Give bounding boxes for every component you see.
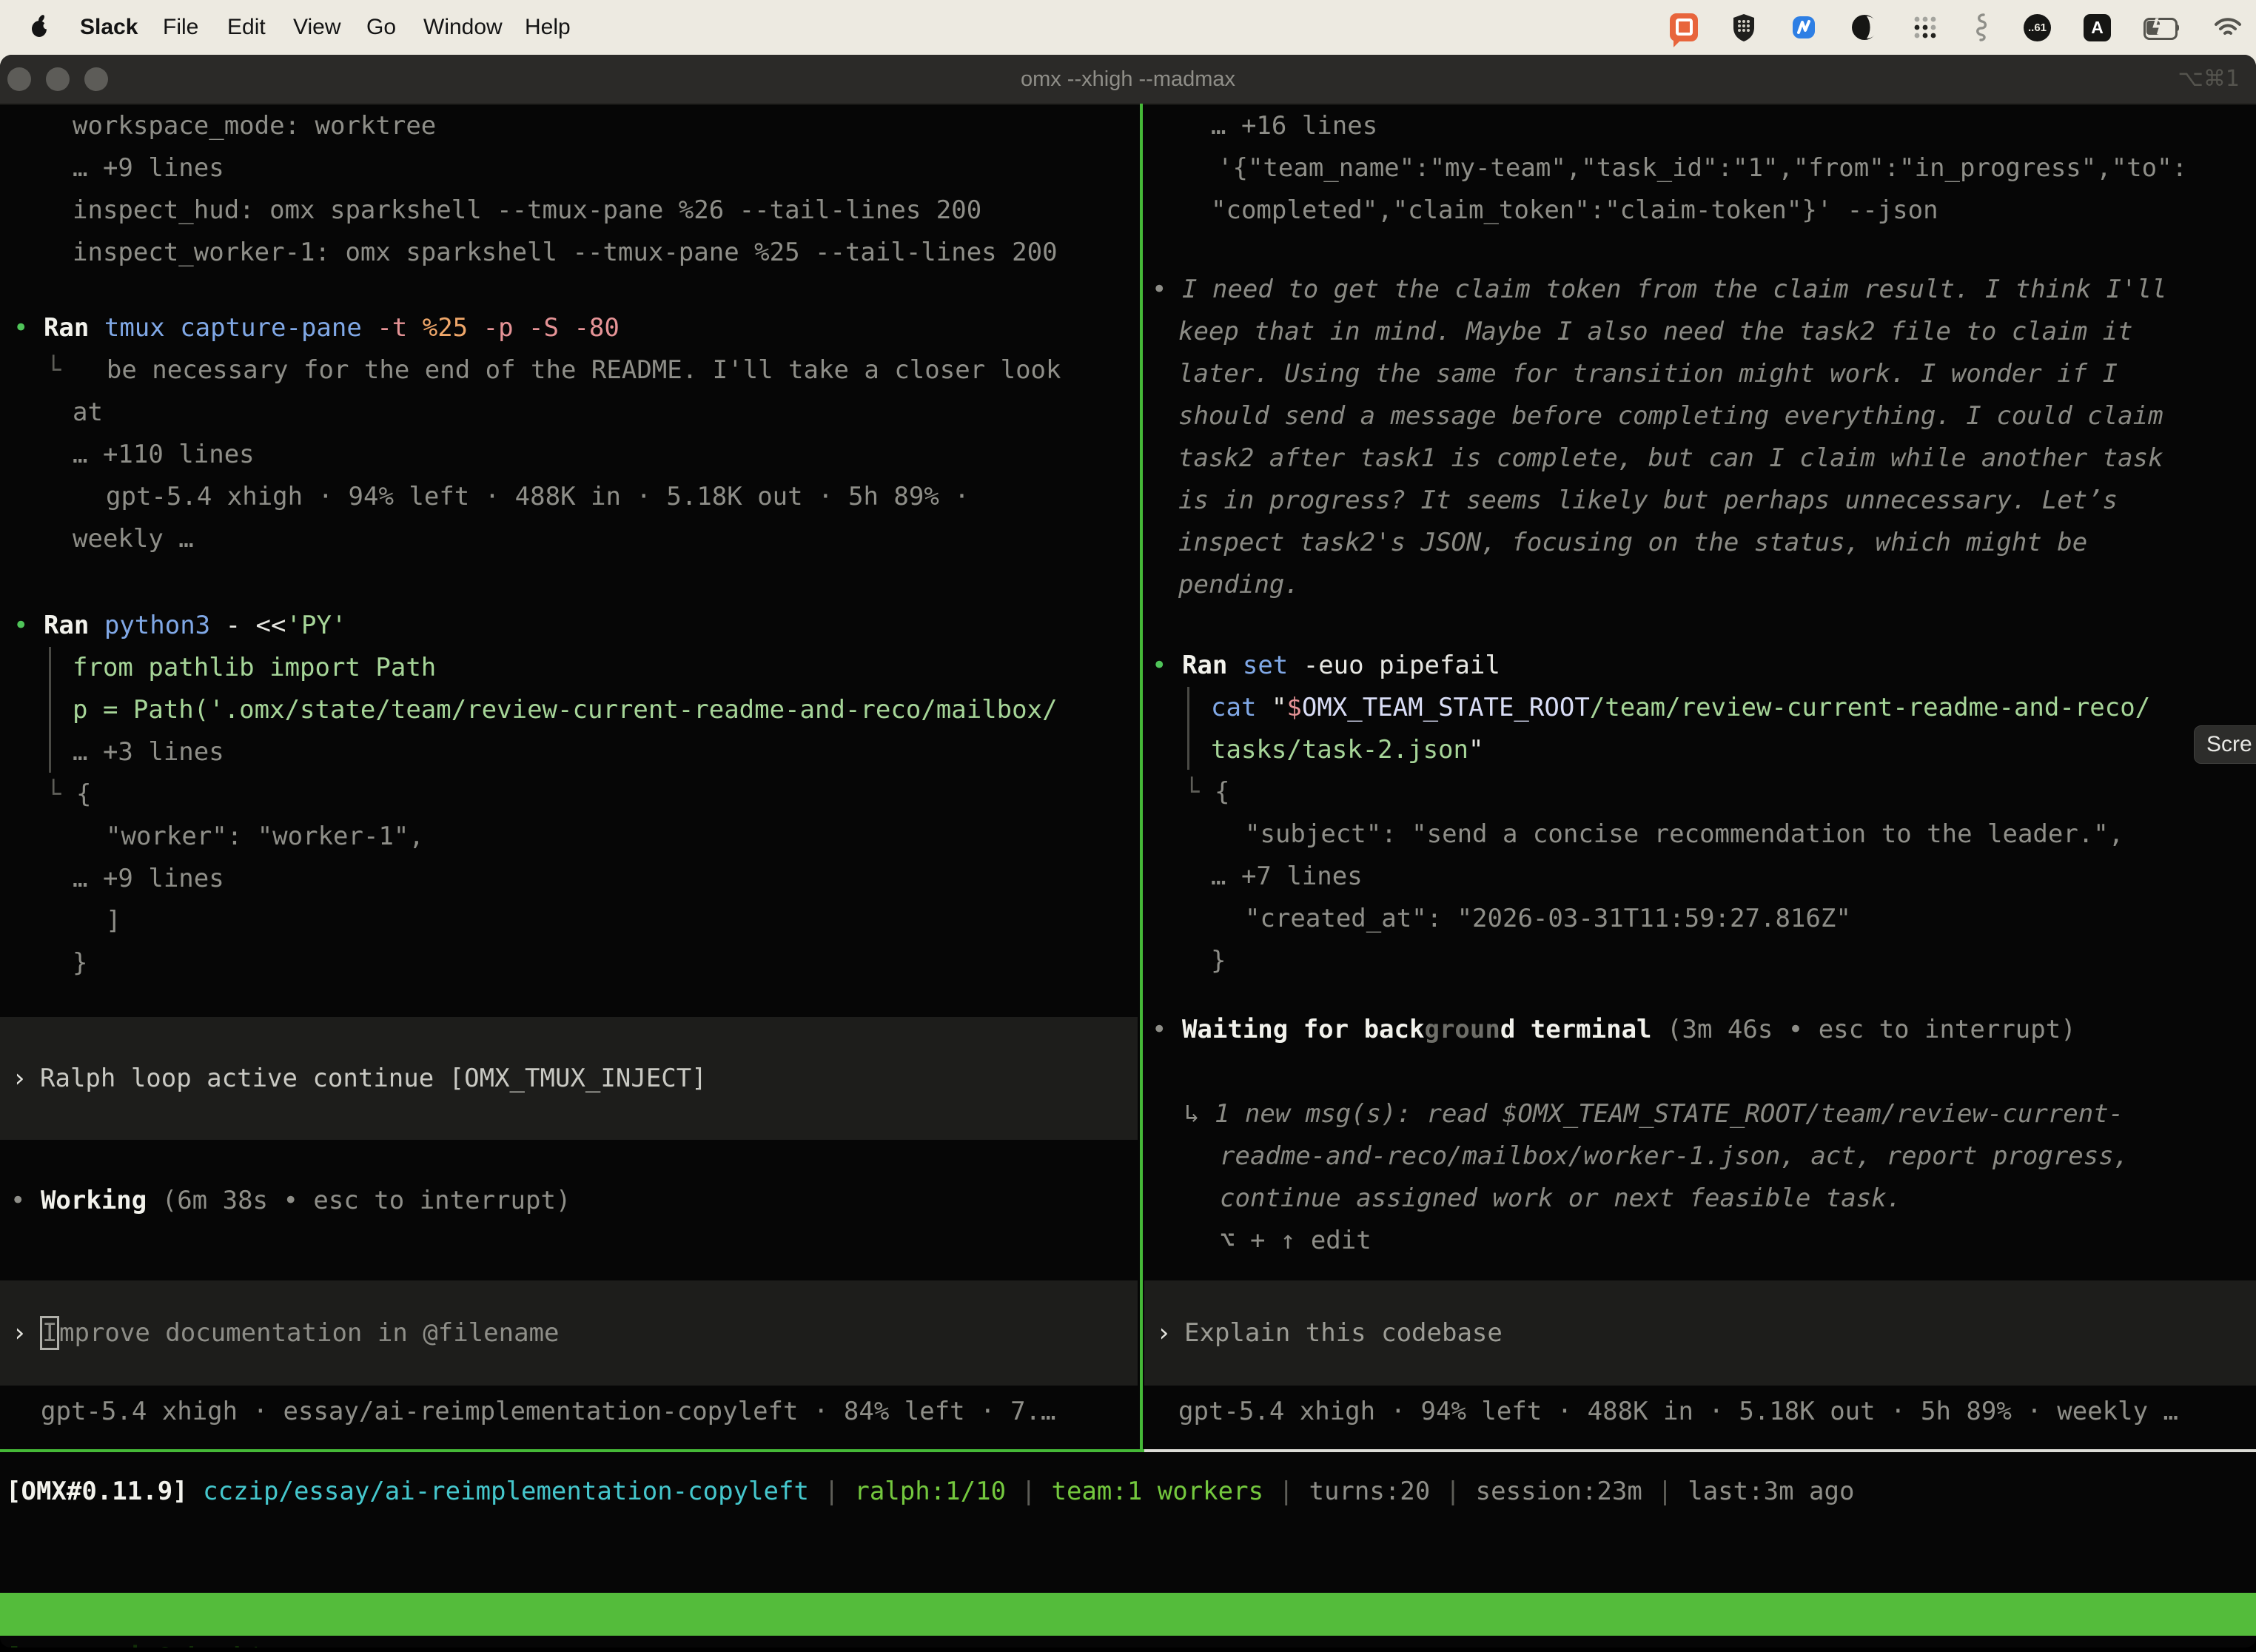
terminal-line: weekly … bbox=[73, 522, 194, 556]
terminal-line: • Ran python3 - <<'PY' bbox=[13, 608, 346, 642]
pane-divider-bottom-right bbox=[1144, 1449, 2256, 1452]
right-pane-status-line: gpt-5.4 xhigh · 94% left · 488K in · 5.1… bbox=[1178, 1394, 2178, 1428]
input-source-icon[interactable]: A bbox=[2084, 14, 2111, 41]
dot-grid-icon[interactable] bbox=[1911, 13, 1939, 41]
omx-status-line: [OMX#0.11.9] cczip/essay/ai-reimplementa… bbox=[6, 1474, 1854, 1508]
input-placeholder: mprove documentation in @filename bbox=[59, 1318, 560, 1348]
menu-item-window[interactable]: Window bbox=[423, 0, 503, 55]
terminal-line: keep that in mind. Maybe I also need the… bbox=[1178, 315, 2133, 349]
chat-badge-icon[interactable] bbox=[1670, 13, 1698, 41]
tooltip-label: Scre bbox=[2206, 732, 2252, 756]
terminal-line: • Ran set -euo pipefail bbox=[1152, 648, 1500, 682]
menu-status-icons: ..61 Aϟ bbox=[1670, 0, 2256, 55]
apple-icon bbox=[30, 14, 50, 39]
prompt-chevron-icon: › bbox=[12, 1318, 30, 1348]
ralph-loop-banner[interactable]: › Ralph loop active continue [OMX_TMUX_IN… bbox=[0, 1017, 1138, 1140]
menu-item-view[interactable]: View bbox=[293, 0, 340, 55]
pane-divider-bottom-left bbox=[0, 1449, 1144, 1452]
banner-label: Ralph loop active continue [OMX_TMUX_INJ… bbox=[40, 1064, 707, 1093]
terminal-line: p = Path('.omx/state/team/review-current… bbox=[73, 693, 1058, 727]
terminal-line: from pathlib import Path bbox=[73, 651, 436, 685]
terminal-line: continue assigned work or next feasible … bbox=[1220, 1181, 1901, 1215]
terminal-line: … +3 lines bbox=[73, 735, 224, 769]
banner-label: Explain this codebase bbox=[1184, 1318, 1503, 1348]
screen-tooltip[interactable]: Scre bbox=[2194, 725, 2256, 764]
terminal-line: … +9 lines bbox=[73, 151, 224, 185]
terminal-line: • I need to get the claim token from the… bbox=[1152, 272, 2167, 306]
apple-menu[interactable] bbox=[30, 0, 50, 55]
terminal-line: … +9 lines bbox=[73, 862, 224, 896]
explain-codebase-banner[interactable]: › Explain this codebase bbox=[1144, 1280, 2256, 1386]
terminal-line: inspect_hud: omx sparkshell --tmux-pane … bbox=[73, 193, 981, 227]
shield-grid-icon[interactable] bbox=[1730, 13, 1757, 42]
screen: Slack File Edit View Go Window Help ..61 Aϟ om… bbox=[0, 0, 2256, 1652]
squiggle-icon[interactable] bbox=[1972, 12, 1991, 43]
terminal-line: • Ran tmux capture-pane -t %25 -p -S -80 bbox=[13, 311, 620, 345]
terminal-line: workspace_mode: worktree bbox=[73, 109, 436, 143]
working-status-line: • Working (6m 38s • esc to interrupt) bbox=[10, 1183, 571, 1218]
indent-guide bbox=[1187, 687, 1201, 770]
tmux-status-bar: [omx-cczip0:bash* "MacBook-Pro-44.local"… bbox=[0, 1593, 2256, 1636]
window-shortcut-badge: ⌥⌘1 bbox=[2178, 55, 2240, 104]
terminal-line: ↳ 1 new msg(s): read $OMX_TEAM_STATE_ROO… bbox=[1184, 1097, 2124, 1131]
terminal-line: should send a message before completing … bbox=[1178, 399, 2163, 433]
terminal-line: inspect_worker-1: omx sparkshell --tmux-… bbox=[73, 235, 1058, 269]
tmux-session-label: [omx-cczip0:bash* bbox=[6, 1636, 263, 1648]
menu-app-name[interactable]: Slack bbox=[80, 0, 138, 55]
terminal-line: … +110 lines bbox=[73, 437, 255, 471]
terminal-line: └ { bbox=[1184, 775, 1229, 809]
terminal-line: is in progress? It seems likely but perh… bbox=[1178, 483, 2118, 517]
terminal-line: inspect task2's JSON, focusing on the st… bbox=[1178, 526, 2087, 560]
prompt-input[interactable]: › Improve documentation in @filename bbox=[0, 1280, 1138, 1386]
menu-item-go[interactable]: Go bbox=[366, 0, 396, 55]
menu-item-file[interactable]: File bbox=[163, 0, 198, 55]
disk-icon[interactable] bbox=[1850, 13, 1879, 41]
menu-item-help[interactable]: Help bbox=[525, 0, 571, 55]
terminal-window: omx --xhigh --madmax ⌥⌘1 workspace_mode:… bbox=[0, 55, 2256, 1648]
blue-badge-icon[interactable] bbox=[1790, 13, 1818, 41]
terminal-line: } bbox=[1211, 944, 1226, 978]
prompt-chevron-icon: › bbox=[12, 1064, 30, 1093]
terminal-line: } bbox=[73, 946, 87, 980]
circle-61-icon[interactable]: ..61 bbox=[2024, 14, 2051, 41]
prompt-chevron-icon: › bbox=[1156, 1318, 1174, 1348]
menu-item-edit[interactable]: Edit bbox=[227, 0, 266, 55]
waiting-status-line: • Waiting for background terminal (3m 46… bbox=[1152, 1013, 2076, 1047]
left-pane-status-line: gpt-5.4 xhigh · essay/ai-reimplementatio… bbox=[41, 1394, 1055, 1428]
terminal-line: "worker": "worker-1", bbox=[106, 819, 424, 853]
terminal-line: … +16 lines bbox=[1211, 109, 1377, 143]
terminal-line: later. Using the same for transition mig… bbox=[1178, 357, 2118, 391]
window-title-bar: omx --xhigh --madmax ⌥⌘1 bbox=[0, 55, 2256, 105]
terminal-line: tasks/task-2.json" bbox=[1211, 733, 1483, 767]
terminal-line: … +7 lines bbox=[1211, 859, 1363, 893]
indent-guide bbox=[49, 647, 63, 773]
terminal-line: gpt-5.4 xhigh · 94% left · 488K in · 5.1… bbox=[106, 480, 970, 514]
terminal-line: └ { bbox=[46, 777, 91, 811]
terminal-line: "subject": "send a concise recommendatio… bbox=[1245, 817, 2124, 851]
terminal-line: cat "$OMX_TEAM_STATE_ROOT/team/review-cu… bbox=[1211, 691, 2150, 725]
terminal-line: ] bbox=[106, 904, 121, 938]
window-title: omx --xhigh --madmax bbox=[0, 55, 2256, 104]
terminal-line: at bbox=[73, 395, 103, 429]
wifi-icon[interactable] bbox=[2213, 16, 2243, 39]
terminal-line: '{"team_name":"my-team","task_id":"1","f… bbox=[1218, 151, 2187, 185]
pane-divider-vertical[interactable] bbox=[1140, 104, 1143, 1449]
terminal-line: "completed","claim_token":"claim-token"}… bbox=[1211, 193, 1938, 227]
terminal-line: "created_at": "2026-03-31T11:59:27.816Z" bbox=[1245, 901, 1851, 936]
edit-hint: ⌥ + ↑ edit bbox=[1220, 1223, 1372, 1258]
terminal-line: └ be necessary for the end of the README… bbox=[46, 353, 1061, 387]
battery-icon[interactable]: ϟ bbox=[2143, 18, 2181, 37]
terminal-line: task2 after task1 is complete, but can I… bbox=[1178, 441, 2163, 475]
menu-bar: Slack File Edit View Go Window Help ..61 Aϟ bbox=[0, 0, 2256, 55]
text-cursor: I bbox=[40, 1316, 59, 1350]
terminal-line: pending. bbox=[1178, 568, 1300, 602]
terminal-line: readme-and-reco/mailbox/worker-1.json, a… bbox=[1220, 1139, 2129, 1173]
